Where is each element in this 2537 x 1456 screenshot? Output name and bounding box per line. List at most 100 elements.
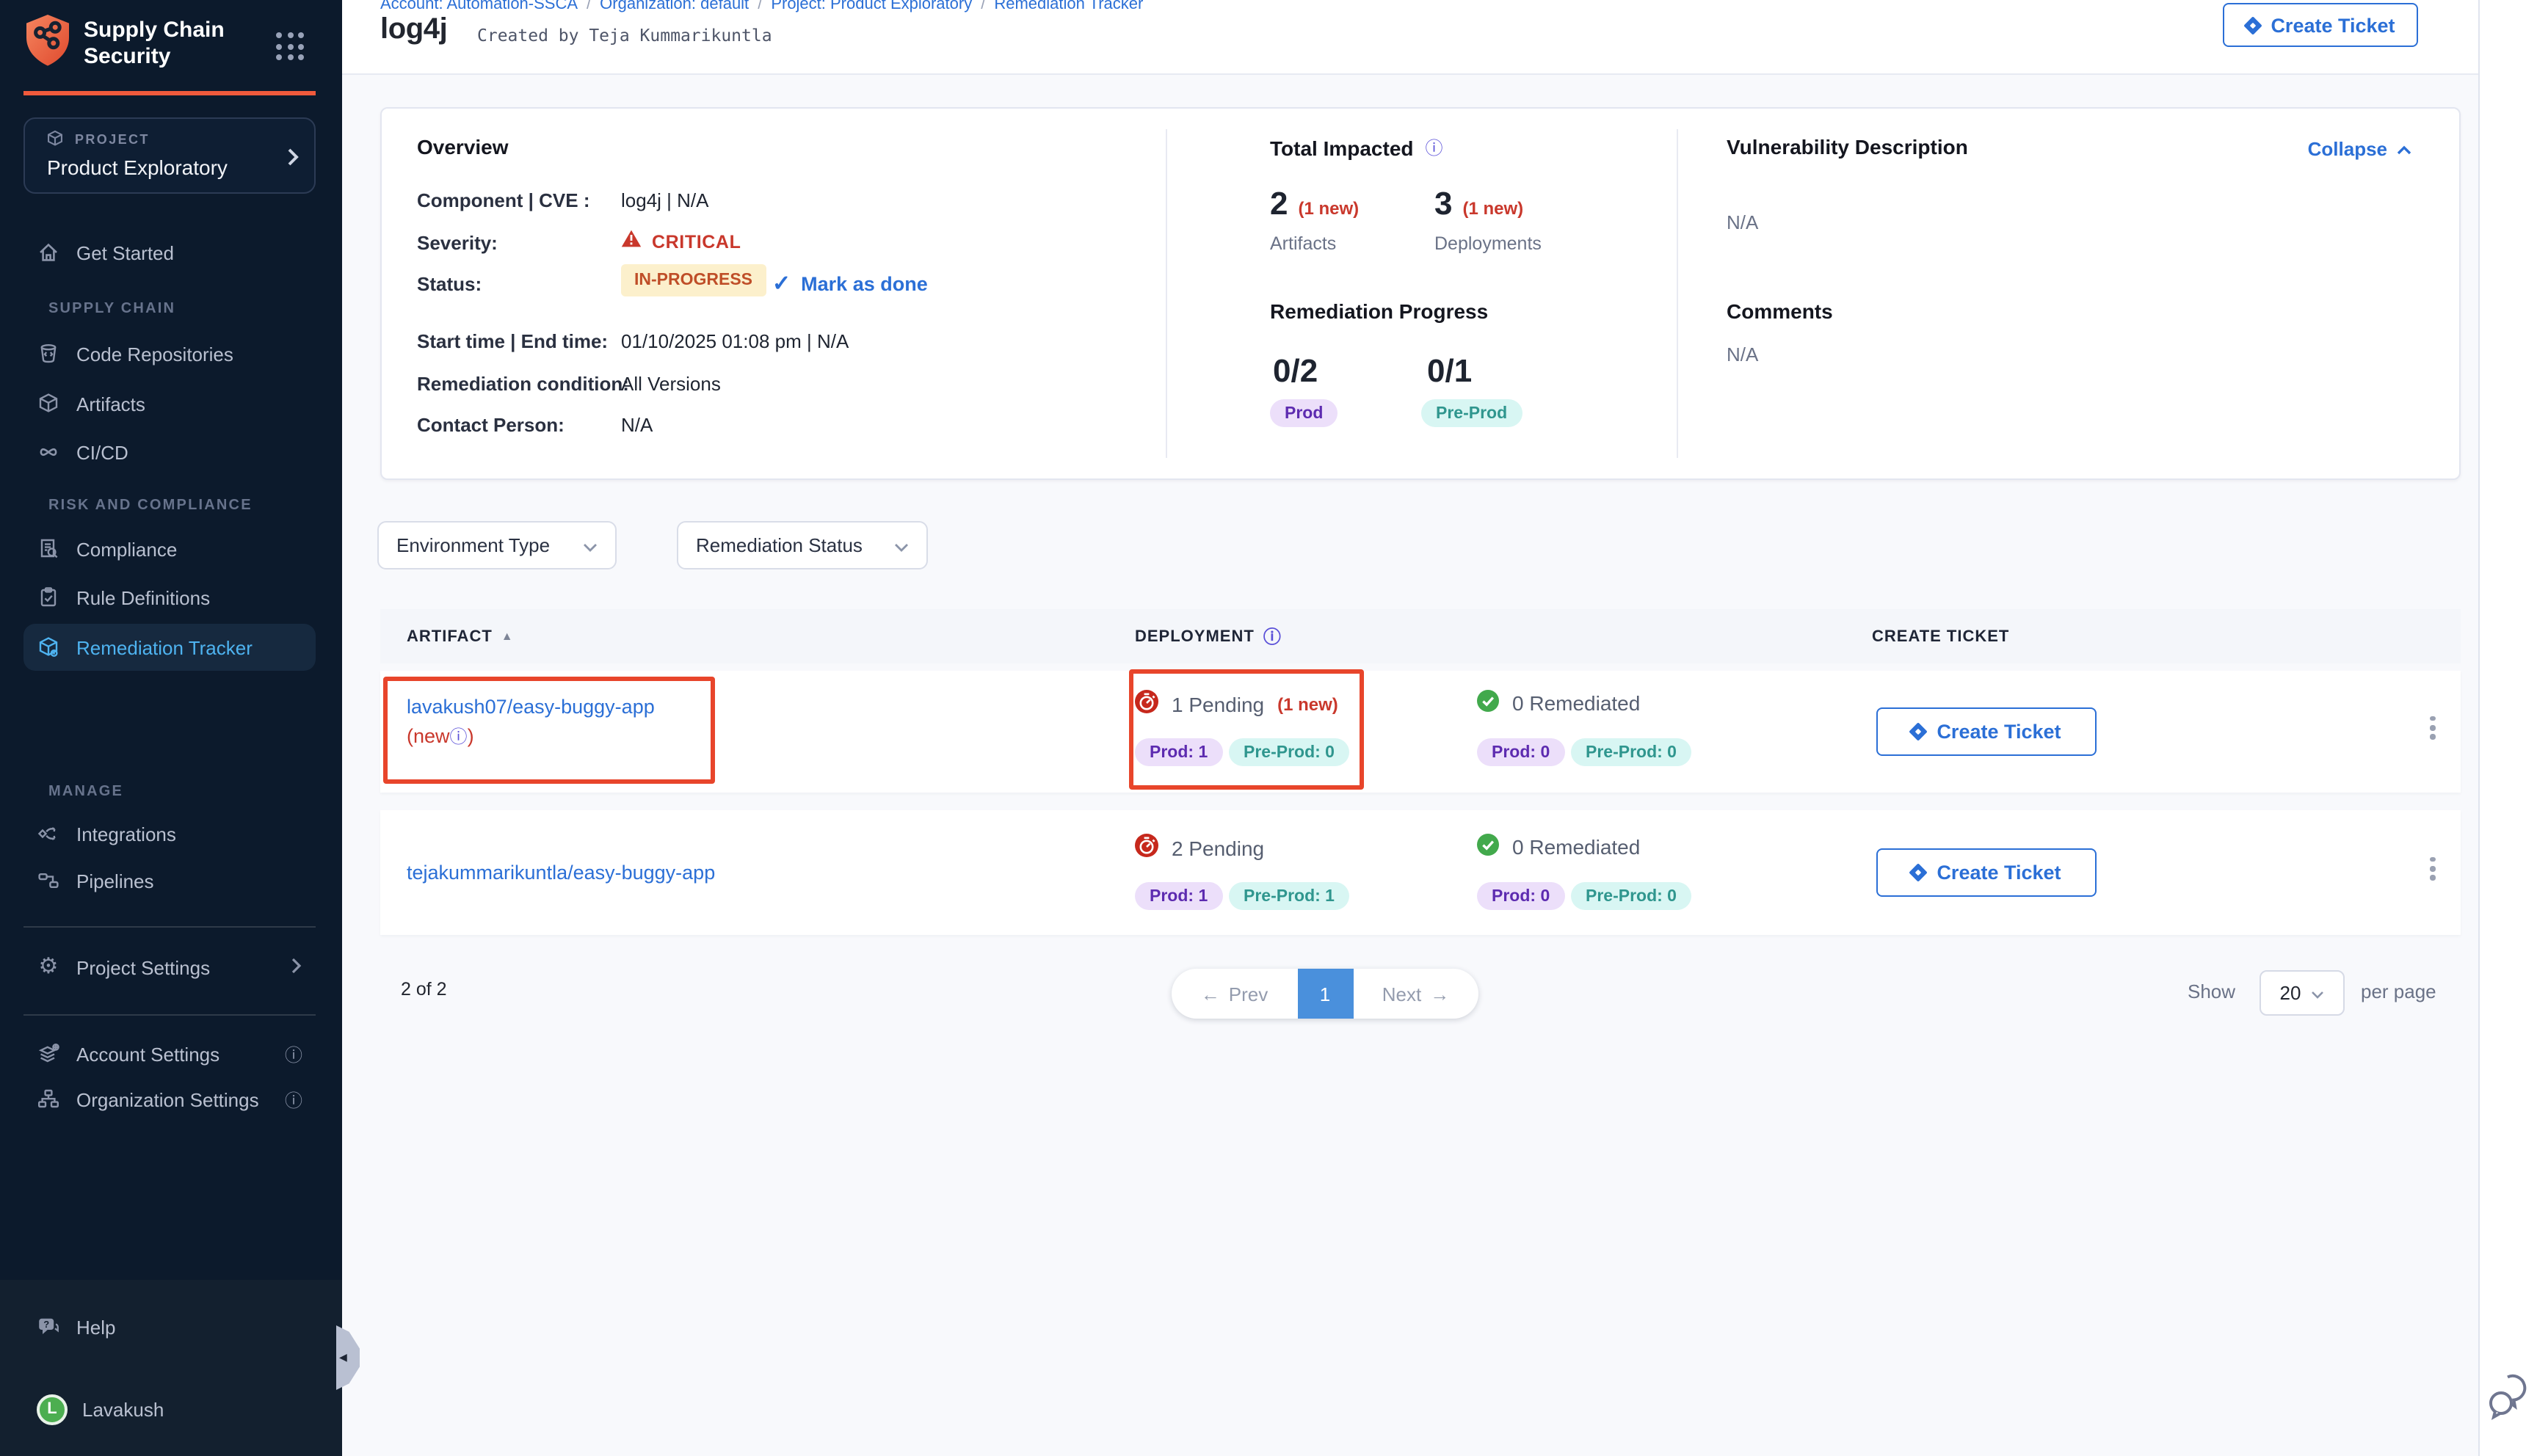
ticket-diamond-icon xyxy=(1909,863,1928,881)
breadcrumb-link-remediation-tracker[interactable]: Remediation Tracker xyxy=(994,0,1143,13)
page-title: log4j xyxy=(380,13,447,47)
sidebar-item-help[interactable]: ? Help xyxy=(23,1305,316,1349)
create-ticket-label: Create Ticket xyxy=(1937,721,2061,743)
prev-page-button[interactable]: ← Prev xyxy=(1172,983,1297,1005)
remediation-status-filter[interactable]: Remediation Status xyxy=(677,521,928,569)
breadcrumb-separator: / xyxy=(758,0,762,13)
create-ticket-button-row[interactable]: Create Ticket xyxy=(1876,707,2097,756)
sidebar-item-label: Account Settings xyxy=(76,1043,219,1065)
row-menu-kebab-icon[interactable] xyxy=(2424,706,2441,749)
breadcrumb: Account: Automation-SSCA / Organization: d… xyxy=(380,0,1143,13)
create-ticket-button-header[interactable]: Create Ticket xyxy=(2223,3,2418,47)
breadcrumb-separator: / xyxy=(587,0,591,13)
info-icon[interactable]: ⓘ xyxy=(285,1041,302,1066)
severity-label: Severity: xyxy=(417,232,498,254)
collapse-link[interactable]: Collapse xyxy=(2308,138,2412,160)
mark-as-done-link[interactable]: ✓ Mark as done xyxy=(772,270,928,296)
page-number-button[interactable]: 1 xyxy=(1297,969,1353,1019)
chevron-right-icon xyxy=(286,147,300,175)
sidebar-item-account-settings[interactable]: Account Settings ⓘ xyxy=(23,1032,316,1076)
sidebar-item-label: Rule Definitions xyxy=(76,586,210,608)
section-risk-and-compliance: RISK AND COMPLIANCE xyxy=(48,498,253,514)
sidebar-item-project-settings[interactable]: ⚙ Project Settings xyxy=(23,945,316,989)
sidebar-divider xyxy=(23,1014,316,1016)
app-root: Supply Chain Security PROJECT Product Ex… xyxy=(0,0,2537,1456)
column-artifact[interactable]: ARTIFACT ▲ xyxy=(407,627,514,645)
table-row: lavakush07/easy-buggy-app (newⓘ) 1 Pendi… xyxy=(380,671,2461,793)
table-row: tejakummarikuntla/easy-buggy-app 2 Pendi… xyxy=(380,810,2461,935)
breadcrumb-link-account[interactable]: Account: Automation-SSCA xyxy=(380,0,578,13)
app-title: Supply Chain Security xyxy=(84,18,225,70)
project-selector[interactable]: PROJECT Product Exploratory xyxy=(23,117,316,194)
vulnerability-description-value: N/A xyxy=(1727,211,1758,233)
artifact-link[interactable]: lavakush07/easy-buggy-app xyxy=(407,696,655,718)
sidebar-item-label: Remediation Tracker xyxy=(76,636,253,658)
sidebar-item-user[interactable]: L Lavakush xyxy=(23,1387,316,1431)
impacted-artifacts-label: Artifacts xyxy=(1270,233,1336,254)
pagination-summary: 2 of 2 xyxy=(401,979,447,1000)
create-ticket-button-row[interactable]: Create Ticket xyxy=(1876,848,2097,897)
info-icon[interactable]: ⓘ xyxy=(1426,135,1443,160)
sidebar-item-compliance[interactable]: Compliance xyxy=(23,527,316,571)
environment-type-filter[interactable]: Environment Type xyxy=(377,521,617,569)
breadcrumb-link-project[interactable]: Project: Product Exploratory xyxy=(771,0,972,13)
sidebar-item-integrations[interactable]: Integrations xyxy=(23,812,316,856)
filter-label: Remediation Status xyxy=(696,534,863,556)
arrow-left-icon: ← xyxy=(1201,983,1220,1005)
breadcrumb-link-organization[interactable]: Organization: default xyxy=(600,0,749,13)
sidebar-item-get-started[interactable]: Get Started xyxy=(23,230,316,274)
sidebar-item-code-repositories[interactable]: Code Repositories xyxy=(23,332,316,376)
org-chart-gear-icon xyxy=(37,1088,60,1111)
page-size-select[interactable]: 20 xyxy=(2260,970,2345,1016)
sidebar-item-pipelines[interactable]: Pipelines xyxy=(23,859,316,903)
prod-pill: Prod: 1 xyxy=(1135,738,1222,766)
next-page-button[interactable]: Next → xyxy=(1353,983,1478,1005)
condition-label: Remediation condition: xyxy=(417,373,629,395)
column-label: ARTIFACT xyxy=(407,627,493,645)
sidebar-item-rule-definitions[interactable]: Rule Definitions xyxy=(23,575,316,619)
chat-support-icon[interactable] xyxy=(2487,1372,2531,1430)
code-repository-icon xyxy=(37,342,60,365)
impacted-deployments-new: (1 new) xyxy=(1463,198,1524,219)
infinity-icon xyxy=(37,440,60,464)
info-icon[interactable]: ⓘ xyxy=(285,1087,302,1112)
sidebar-item-remediation-tracker[interactable]: Remediation Tracker xyxy=(23,624,316,671)
column-deployment: DEPLOYMENT ⓘ xyxy=(1135,624,1282,649)
chevron-down-icon xyxy=(2311,982,2324,1004)
module-switcher-grid-icon[interactable] xyxy=(276,32,304,60)
home-icon xyxy=(37,241,60,264)
info-icon[interactable]: ⓘ xyxy=(450,727,468,747)
page-header: Account: Automation-SSCA / Organization: d… xyxy=(342,0,2478,75)
sidebar-item-organization-settings[interactable]: Organization Settings ⓘ xyxy=(23,1077,316,1121)
scroll-strip xyxy=(2478,0,2537,1456)
sort-asc-icon: ▲ xyxy=(501,630,514,643)
sidebar-divider xyxy=(23,926,316,928)
sidebar-item-label: Compliance xyxy=(76,538,177,560)
project-cube-icon xyxy=(46,129,65,156)
mark-as-done-label: Mark as done xyxy=(801,272,928,294)
warning-triangle-icon xyxy=(621,229,642,255)
column-label: DEPLOYMENT xyxy=(1135,627,1255,645)
component-cve-label: Component | CVE : xyxy=(417,189,590,211)
card-divider xyxy=(1677,129,1678,458)
component-cve-value: log4j | N/A xyxy=(621,189,709,211)
sidebar-item-artifacts[interactable]: Artifacts xyxy=(23,382,316,426)
row-menu-kebab-icon[interactable] xyxy=(2424,847,2441,890)
pending-new: (1 new) xyxy=(1277,694,1338,714)
breadcrumb-separator: / xyxy=(981,0,985,13)
sidebar-item-label: Pipelines xyxy=(76,870,154,892)
sidebar-item-cicd[interactable]: CI/CD xyxy=(23,430,316,474)
artifact-link[interactable]: tejakummarikuntla/easy-buggy-app xyxy=(407,862,715,884)
pending-count: 1 Pending xyxy=(1172,692,1264,716)
info-icon[interactable]: ⓘ xyxy=(1263,624,1282,649)
supply-chain-security-logo-icon xyxy=(23,13,72,75)
condition-value: All Versions xyxy=(621,373,721,395)
impacted-deployments-count: 3 xyxy=(1434,185,1453,223)
show-label: Show xyxy=(2188,980,2235,1002)
layers-gear-icon xyxy=(37,1042,60,1066)
section-manage: MANAGE xyxy=(48,784,123,800)
remediated-count: 0 Remediated xyxy=(1512,835,1640,859)
progress-prod-value: 0/2 xyxy=(1273,352,1318,390)
next-label: Next xyxy=(1382,983,1421,1005)
document-search-icon xyxy=(37,537,60,561)
